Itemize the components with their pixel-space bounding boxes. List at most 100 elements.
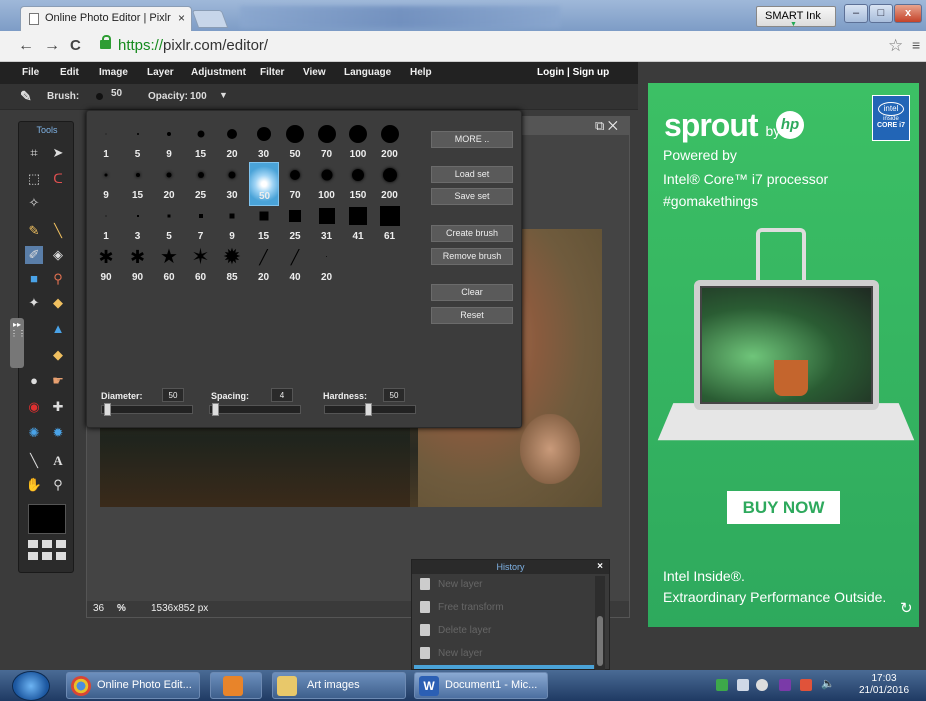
remove-brush-button[interactable]: Remove brush: [431, 248, 513, 265]
color-replace-tool-icon[interactable]: ✦: [25, 294, 43, 312]
bookmark-star-icon[interactable]: ☆: [888, 36, 903, 56]
advertisement-banner[interactable]: sprout by hp intel inside CORE i7 Powere…: [648, 83, 919, 627]
volume-icon[interactable]: 🔈: [821, 677, 835, 690]
menu-image[interactable]: Image: [99, 67, 128, 78]
brush-preset[interactable]: 200: [375, 162, 405, 206]
zoom-tool-icon[interactable]: ⚲: [49, 476, 67, 494]
drawing-tool-icon[interactable]: ◆: [49, 294, 67, 312]
color-picker-tool-icon[interactable]: ╲: [25, 452, 43, 470]
maximize-button[interactable]: □: [869, 4, 893, 23]
brush-preset[interactable]: ★ 60: [154, 244, 184, 288]
brush-preset[interactable]: ╱ 40: [280, 244, 310, 288]
red-eye-tool-icon[interactable]: ◉: [25, 398, 43, 416]
brush-preset[interactable]: 61: [375, 203, 405, 247]
history-item[interactable]: New layer: [418, 643, 593, 665]
menu-file[interactable]: File: [22, 67, 39, 78]
history-item[interactable]: Delete layer: [418, 620, 593, 642]
buy-now-button[interactable]: BUY NOW: [727, 491, 840, 524]
reload-button[interactable]: C: [70, 37, 81, 54]
url-field[interactable]: https://pixlr.com/editor/: [96, 35, 886, 57]
color-swatch[interactable]: [28, 504, 66, 534]
brush-preset[interactable]: 5: [154, 203, 184, 247]
brush-preset[interactable]: ✶ 60: [186, 244, 216, 288]
menu-language[interactable]: Language: [344, 67, 391, 78]
brush-preset[interactable]: 31: [312, 203, 342, 247]
opacity-value[interactable]: 100: [190, 91, 207, 102]
brush-preview-icon[interactable]: [96, 93, 103, 100]
ad-refresh-icon[interactable]: ↻: [900, 599, 913, 617]
brush-preset[interactable]: ✱ 90: [123, 244, 153, 288]
browser-menu-icon[interactable]: ≡: [912, 37, 920, 53]
menu-help[interactable]: Help: [410, 67, 432, 78]
diameter-slider[interactable]: [101, 403, 193, 416]
lasso-tool-icon[interactable]: ᑕ: [49, 170, 67, 188]
hardness-slider[interactable]: [324, 403, 416, 416]
brush-preset[interactable]: 3: [123, 203, 153, 247]
spacing-slider-handle[interactable]: [212, 403, 219, 416]
menu-edit[interactable]: Edit: [60, 67, 79, 78]
brush-preset[interactable]: 15: [123, 162, 153, 206]
forward-button[interactable]: →: [44, 37, 60, 55]
brush-preset[interactable]: 1: [91, 203, 121, 247]
zoom-value[interactable]: 36: [93, 603, 104, 614]
spacing-value[interactable]: 4: [271, 388, 293, 402]
eraser-tool-icon[interactable]: ✐: [25, 246, 43, 264]
opacity-dropdown-icon[interactable]: ▼: [219, 90, 228, 100]
tray-network-icon[interactable]: [737, 679, 749, 691]
brush-preset[interactable]: 15: [249, 203, 279, 247]
hand-tool-icon[interactable]: ✋: [25, 476, 43, 494]
brush-preset[interactable]: ✹ 85: [217, 244, 247, 288]
smart-ink-button[interactable]: SMART Ink ▼: [756, 6, 836, 28]
clone-stamp-tool-icon[interactable]: ⚲: [49, 270, 67, 288]
start-button[interactable]: [12, 671, 50, 701]
gradient-tool-icon[interactable]: ■: [25, 270, 43, 288]
taskbar-word[interactable]: W Document1 - Mic...: [414, 672, 548, 699]
taskbar-explorer[interactable]: Art images: [272, 672, 406, 699]
diameter-slider-handle[interactable]: [104, 403, 111, 416]
menu-filter[interactable]: Filter: [260, 67, 284, 78]
pinch-tool-icon[interactable]: ✹: [49, 424, 67, 442]
menu-layer[interactable]: Layer: [147, 67, 174, 78]
menu-view[interactable]: View: [303, 67, 326, 78]
brush-preset[interactable]: ✱ 90: [91, 244, 121, 288]
brush-preset[interactable]: 25: [280, 203, 310, 247]
brush-tool-icon[interactable]: ╲: [49, 222, 67, 240]
taskbar-chrome[interactable]: Online Photo Edit...: [66, 672, 200, 699]
grid-view-icon[interactable]: [28, 540, 66, 562]
tray-flag-icon[interactable]: [800, 679, 812, 691]
save-set-button[interactable]: Save set: [431, 188, 513, 205]
tab-close-icon[interactable]: ×: [178, 11, 185, 25]
brush-preset[interactable]: 30: [217, 162, 247, 206]
brush-preset[interactable]: 30: [249, 121, 279, 165]
more-brushes-button[interactable]: MORE ..: [431, 131, 513, 148]
brush-preset[interactable]: 9: [91, 162, 121, 206]
brush-preset[interactable]: 9: [217, 203, 247, 247]
panel-collapse-tab[interactable]: ▸▸ ⋮⋮: [10, 318, 26, 368]
crop-tool-icon[interactable]: ⌗: [25, 144, 43, 162]
brush-preset[interactable]: 100: [312, 162, 342, 206]
login-signup-link[interactable]: Login | Sign up: [537, 67, 609, 78]
brush-preset[interactable]: 9: [154, 121, 184, 165]
history-scroll-thumb[interactable]: [597, 616, 603, 666]
create-brush-button[interactable]: Create brush: [431, 225, 513, 242]
brush-preset[interactable]: ╱ 20: [249, 244, 279, 288]
brush-preset[interactable]: 150: [343, 162, 373, 206]
type-tool-icon[interactable]: A: [49, 452, 67, 470]
load-set-button[interactable]: Load set: [431, 166, 513, 183]
back-button[interactable]: ←: [18, 37, 34, 55]
brush-size-value[interactable]: 50: [111, 88, 122, 99]
sponge-tool-icon[interactable]: ◆: [49, 346, 67, 364]
sharpen-tool-icon[interactable]: ▲: [49, 320, 67, 338]
magic-wand-tool-icon[interactable]: ✧: [25, 194, 43, 212]
smudge-tool-icon[interactable]: ●: [25, 372, 43, 390]
brush-preset[interactable]: 50: [248, 162, 279, 206]
taskbar-media[interactable]: [210, 672, 262, 699]
tray-onenote-icon[interactable]: [779, 679, 791, 691]
brush-preset[interactable]: 20: [154, 162, 184, 206]
history-close-icon[interactable]: ×: [597, 560, 603, 574]
brush-preset[interactable]: 20: [217, 121, 247, 165]
brush-preset[interactable]: 100: [343, 121, 373, 165]
brush-preset[interactable]: 70: [312, 121, 342, 165]
brush-preset[interactable]: 1: [91, 121, 121, 165]
pencil-tool-icon[interactable]: ✎: [25, 222, 43, 240]
